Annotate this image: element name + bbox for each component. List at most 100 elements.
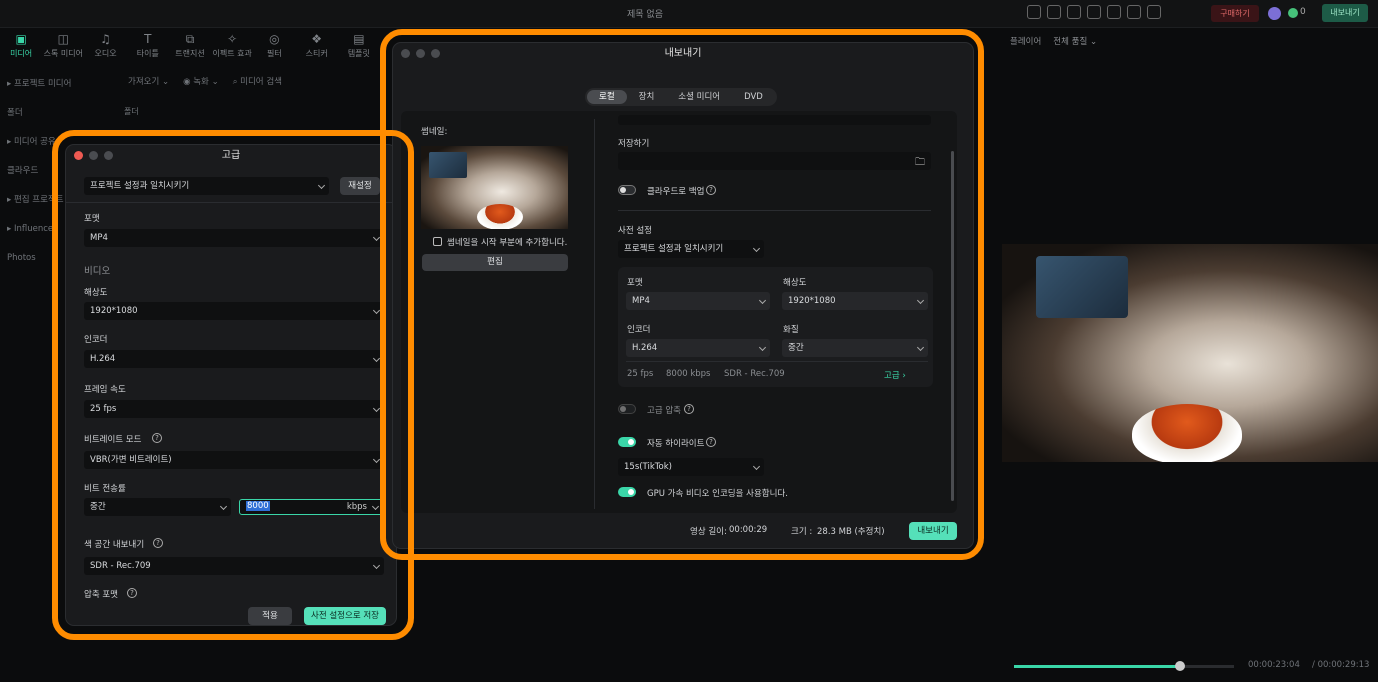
seek-handle[interactable] — [1175, 661, 1186, 671]
close-icon[interactable] — [401, 49, 410, 58]
export-tab[interactable]: 소셜 미디어 — [666, 90, 732, 104]
advanced-link[interactable]: 고급 › — [884, 369, 906, 381]
advanced-preset-select[interactable]: 프로젝트 설정과 일치시키기 — [84, 177, 329, 195]
size-value: 28.3 MB (추정치) — [817, 527, 885, 537]
avatar[interactable] — [1268, 7, 1281, 20]
summary-bitrate: 8000 kbps — [666, 369, 711, 379]
add-thumbnail-checkbox[interactable] — [433, 237, 442, 246]
grid-icon[interactable] — [1067, 5, 1081, 19]
help-icon[interactable]: ? — [706, 185, 716, 195]
sidebar-item[interactable]: 폴더 — [0, 99, 120, 128]
colorspace-select[interactable]: SDR - Rec.709 — [84, 557, 384, 575]
export-quality-label: 화질 — [783, 325, 799, 335]
export-scrollbar[interactable] — [951, 151, 954, 501]
export-encoder-label: 인코더 — [627, 325, 651, 335]
bitrate-mode-select[interactable]: VBR(가변 비트레이트) — [84, 451, 384, 469]
tool-title-t[interactable]: T 타이틀 — [127, 30, 169, 66]
cloud-backup-toggle[interactable] — [618, 185, 636, 195]
credit-count: 0 — [1300, 7, 1306, 17]
folder-icon[interactable]: 🗀 — [915, 154, 925, 172]
header-export-button[interactable]: 내보내기 — [1322, 4, 1368, 22]
tool-music-note[interactable]: ♫ 오디오 — [84, 30, 126, 66]
export-tab[interactable]: 로컬 — [587, 90, 627, 104]
media-search-input[interactable]: ⌕ 미디어 검색 — [233, 75, 282, 87]
credit-icon — [1288, 8, 1298, 18]
help-icon[interactable]: ? — [153, 538, 163, 548]
filename-field[interactable] — [618, 115, 931, 125]
size-label: 크기 : — [791, 527, 813, 537]
player-header: 플레이어 전체 품질 ⌄ — [1010, 35, 1097, 47]
save-preset-button[interactable]: 사전 설정으로 저장 — [304, 607, 386, 625]
quality-dropdown[interactable]: 전체 품질 ⌄ — [1053, 35, 1097, 47]
resolution-select[interactable]: 1920*1080 — [84, 302, 384, 320]
tool-stock-media[interactable]: ◫ 스톡 미디어 — [42, 30, 84, 66]
bitrate-input[interactable]: 8000 kbps — [239, 499, 384, 515]
help-icon[interactable]: ? — [127, 588, 137, 598]
tool-media[interactable]: ▣ 미디어 — [0, 30, 42, 66]
tool-template[interactable]: ▤ 템플릿 — [338, 30, 380, 66]
minimize-icon[interactable] — [89, 151, 98, 160]
media-subbar: 가져오기 ⌄ ◉ 녹화 ⌄ ⌕ 미디어 검색 — [128, 75, 282, 87]
auto-highlight-label: 자동 하이라이트 — [647, 439, 705, 449]
sidebar-item[interactable]: ▸ 프로젝트 미디어 — [0, 70, 120, 99]
player-label: 플레이어 — [1010, 37, 1042, 47]
help-icon[interactable]: ? — [706, 437, 716, 447]
save-icon[interactable] — [1107, 5, 1121, 19]
reset-button[interactable]: 재설정 — [340, 177, 380, 195]
bitrate-label: 비트 전송률 — [84, 484, 126, 494]
cloud-icon[interactable] — [1127, 5, 1141, 19]
export-preset-select[interactable]: 프로젝트 설정과 일치시키기 — [618, 240, 764, 258]
export-tab[interactable]: DVD — [732, 90, 775, 104]
import-button[interactable]: 가져오기 ⌄ — [128, 75, 169, 87]
export-format-select[interactable]: MP4 — [626, 292, 770, 310]
help-icon[interactable]: ? — [684, 404, 694, 414]
zoom-icon[interactable] — [431, 49, 440, 58]
summary-fps: 25 fps — [627, 369, 654, 379]
summary-colorspace: SDR - Rec.709 — [724, 369, 785, 379]
export-resolution-select[interactable]: 1920*1080 — [782, 292, 928, 310]
thumbnail-edit-button[interactable]: 편집 — [422, 254, 568, 271]
apply-button[interactable]: 적용 — [248, 607, 292, 625]
tool-sticker[interactable]: ❖ 스티커 — [296, 30, 338, 66]
tool-label: 스티커 — [305, 49, 328, 58]
preview-tv-shape — [1036, 256, 1128, 318]
export-quality-select[interactable]: 중간 — [782, 339, 928, 357]
tool-label: 스톡 미디어 — [43, 49, 83, 58]
tool-effects[interactable]: ✧ 이펙트 효과 — [211, 30, 253, 66]
encoder-select[interactable]: H.264 — [84, 350, 384, 368]
export-tab[interactable]: 장치 — [627, 90, 667, 104]
bulb-icon[interactable] — [1047, 5, 1061, 19]
auto-highlight-toggle[interactable] — [618, 437, 636, 447]
minimize-icon[interactable] — [416, 49, 425, 58]
media-toolbar: ▣ 미디어 ◫ 스톡 미디어 ♫ 오디오 T 타이틀 ⧉ 트랜지션 ✧ 이펙트 효과 ◎ 필터 ❖ 스티커 ▤ 템… — [0, 30, 380, 66]
gpu-encoding-toggle[interactable] — [618, 487, 636, 497]
framerate-select[interactable]: 25 fps — [84, 400, 384, 418]
export-encoder-select[interactable]: H.264 — [626, 339, 770, 357]
editor-app: 제목 없음 구매하기 0 내보내기 ▣ 미디어 ◫ 스톡 미디어 ♫ 오디오 T 타이틀 ⧉ 트랜… — [0, 0, 1378, 682]
resolution-label: 해상도 — [84, 288, 108, 298]
export-tabs: 로컬 장치 소셜 미디어 DVD — [585, 88, 777, 106]
tool-filter[interactable]: ◎ 필터 — [253, 30, 295, 66]
close-icon[interactable] — [74, 151, 83, 160]
buy-button[interactable]: 구매하기 — [1211, 5, 1259, 22]
cloud-backup-label: 클라우드로 백업 — [647, 187, 705, 197]
video-preview — [1002, 244, 1378, 462]
help-icon[interactable]: ? — [152, 433, 162, 443]
export-button[interactable]: 내보내기 — [909, 522, 957, 540]
gift-icon[interactable] — [1027, 5, 1041, 19]
save-path-field[interactable]: 🗀 — [618, 152, 931, 170]
tool-transition[interactable]: ⧉ 트랜지션 — [169, 30, 211, 66]
format-select[interactable]: MP4 — [84, 229, 384, 247]
screen-icon[interactable] — [1087, 5, 1101, 19]
current-timecode: 00:00:23:04 — [1248, 660, 1300, 670]
record-button[interactable]: ◉ 녹화 ⌄ — [183, 75, 219, 87]
bitrate-quality-select[interactable]: 중간 — [84, 498, 231, 516]
export-dialog-title: 내보내기 — [393, 43, 973, 65]
tool-label: 트랜지션 — [175, 49, 205, 58]
support-icon[interactable] — [1147, 5, 1161, 19]
video-section-heading: 비디오 — [84, 266, 111, 277]
hq-compression-toggle[interactable] — [618, 404, 636, 414]
add-thumbnail-label: 썸네일을 시작 부분에 추가합니다. — [447, 238, 568, 248]
zoom-icon[interactable] — [104, 151, 113, 160]
highlight-duration-select[interactable]: 15s(TikTok) — [618, 458, 764, 476]
